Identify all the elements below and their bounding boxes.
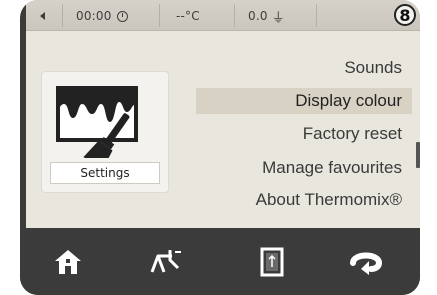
weight-display[interactable]: 0.0 ⏚ [248,7,285,26]
status-divider [62,4,63,27]
thermomix-device: 00:00 --°C 0.0 ⏚ 8 Settings Sounds Displ… [20,0,420,295]
settings-tile: Settings [42,72,168,192]
status-divider [159,4,160,27]
menu-item-about-thermomix[interactable]: About Thermomix® [256,187,402,213]
menu-item-factory-reset[interactable]: Factory reset [303,121,402,147]
step-number-badge: 8 [394,4,416,26]
left-arrow-icon [40,12,45,20]
timer-value: 00:00 [76,9,112,23]
timer-display[interactable]: 00:00 [76,7,128,25]
scale-button[interactable] [145,244,185,280]
recipe-book-icon [260,247,284,277]
back-button[interactable] [40,7,45,25]
status-divider [234,4,235,27]
touch-screen: 00:00 --°C 0.0 ⏚ 8 Settings Sounds Displ… [26,0,420,228]
home-icon [55,250,81,274]
menu-item-sounds[interactable]: Sounds [344,55,402,81]
menu-item-manage-favourites[interactable]: Manage favourites [262,155,402,181]
scrollbar[interactable] [416,142,420,168]
status-bar: 00:00 --°C 0.0 ⏚ 8 [26,0,420,31]
paint-brush-display-icon [56,86,138,158]
bottom-navigation [20,228,420,295]
settings-label[interactable]: Settings [50,162,160,184]
scale-icon [150,250,181,273]
temperature-value: --°C [176,9,200,23]
cycle-button[interactable] [346,244,386,280]
menu-item-display-colour[interactable]: Display colour [196,88,412,114]
cycle-icon [350,252,383,275]
scale-weight-icon: ⏚ [271,10,285,26]
status-divider [316,4,317,27]
home-button[interactable] [48,244,88,280]
recipe-book-button[interactable] [252,244,292,280]
temperature-display[interactable]: --°C [176,7,200,25]
clock-icon [116,10,128,22]
weight-value: 0.0 [248,9,268,23]
